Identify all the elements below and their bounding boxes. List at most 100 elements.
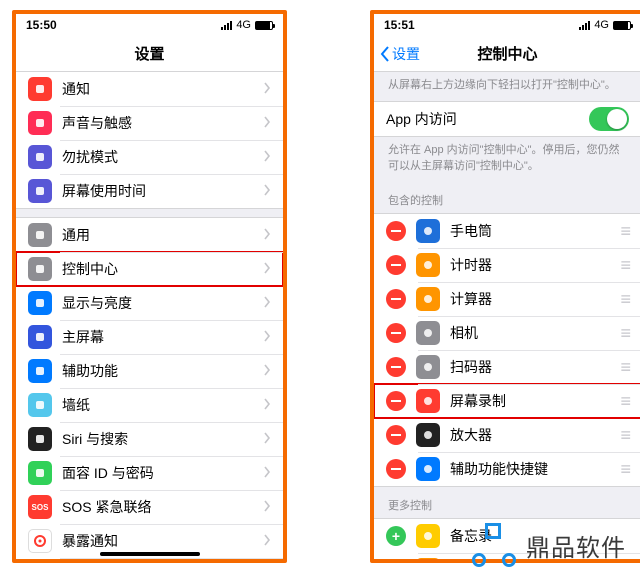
chevron-right-icon — [263, 184, 271, 199]
phone-settings: 15:50 4G 设置 通知声音与触感勿扰模式屏幕使用时间通用控制中心显示与亮度… — [12, 10, 287, 563]
row-label: 暴露通知 — [62, 531, 263, 551]
row-display[interactable]: 显示与亮度 — [16, 286, 283, 320]
siri-icon — [28, 427, 52, 451]
cell-bars-icon — [221, 21, 232, 30]
row-app-access[interactable]: App 内访问 — [374, 102, 640, 136]
remove-button[interactable] — [386, 323, 406, 343]
row-label: 辅助功能 — [62, 361, 263, 381]
chevron-right-icon — [263, 500, 271, 515]
remove-button[interactable] — [386, 459, 406, 479]
watermark-logo-icon — [472, 523, 516, 567]
settings-list[interactable]: 通知声音与触感勿扰模式屏幕使用时间通用控制中心显示与亮度主屏幕辅助功能墙纸Sir… — [16, 72, 283, 559]
back-label: 设置 — [392, 44, 420, 64]
row-a11y-shortcut[interactable]: 辅助功能快捷键≡ — [374, 452, 640, 486]
flashlight-icon — [416, 219, 440, 243]
chevron-right-icon — [263, 150, 271, 165]
row-flashlight[interactable]: 手电筒≡ — [374, 214, 640, 248]
row-camera[interactable]: 相机≡ — [374, 316, 640, 350]
row-notifications[interactable]: 通知 — [16, 72, 283, 106]
home-indicator[interactable] — [100, 552, 200, 556]
control-center-list[interactable]: 从屏幕右上方边缘向下轻扫以打开"控制中心"。 App 内访问 允许在 App 内… — [374, 72, 640, 559]
row-label: 声音与触感 — [62, 113, 263, 133]
remove-button[interactable] — [386, 425, 406, 445]
row-scanner[interactable]: 扫码器≡ — [374, 350, 640, 384]
magnifier-icon — [416, 423, 440, 447]
drag-handle-icon[interactable]: ≡ — [620, 323, 629, 344]
signal-cluster: 4G — [221, 19, 273, 31]
add-button[interactable] — [386, 526, 406, 546]
exposure-icon — [28, 529, 52, 553]
network-label: 4G — [236, 19, 251, 31]
chevron-right-icon — [263, 398, 271, 413]
hint-text: 从屏幕右上方边缘向下轻扫以打开"控制中心"。 — [374, 72, 640, 101]
row-label: 控制中心 — [62, 259, 263, 279]
sounds-icon — [28, 111, 52, 135]
drag-handle-icon[interactable]: ≡ — [620, 255, 629, 276]
camera-icon — [416, 321, 440, 345]
watermark-text: 鼎品软件 — [526, 528, 626, 563]
back-button[interactable]: 设置 — [380, 36, 420, 71]
drag-handle-icon[interactable]: ≡ — [620, 459, 629, 480]
drag-handle-icon[interactable]: ≡ — [620, 289, 629, 310]
status-bar: 15:51 4G — [374, 14, 640, 36]
row-sos[interactable]: SOS SOS 紧急联络 — [16, 490, 283, 524]
nav-bar: 设置 — [16, 36, 283, 72]
remove-button[interactable] — [386, 289, 406, 309]
drag-handle-icon[interactable]: ≡ — [620, 391, 629, 412]
row-calculator[interactable]: 计算器≡ — [374, 282, 640, 316]
row-sounds[interactable]: 声音与触感 — [16, 106, 283, 140]
row-general[interactable]: 通用 — [16, 218, 283, 252]
row-label: 通用 — [62, 225, 263, 245]
row-label: 手电筒 — [450, 221, 620, 241]
drag-handle-icon[interactable]: ≡ — [620, 357, 629, 378]
remove-button[interactable] — [386, 255, 406, 275]
toggle-app-access[interactable] — [589, 107, 629, 131]
row-screentime[interactable]: 屏幕使用时间 — [16, 174, 283, 208]
row-label: 计算器 — [450, 289, 620, 309]
cell-bars-icon — [579, 21, 590, 30]
drag-handle-icon[interactable]: ≡ — [620, 425, 629, 446]
page-title: 控制中心 — [477, 43, 537, 64]
remove-button[interactable] — [386, 391, 406, 411]
row-magnifier[interactable]: 放大器≡ — [374, 418, 640, 452]
notifications-icon — [28, 77, 52, 101]
row-dnd[interactable]: 勿扰模式 — [16, 140, 283, 174]
notes-icon — [416, 524, 440, 548]
drag-handle-icon[interactable]: ≡ — [620, 221, 629, 242]
row-screen-record[interactable]: 屏幕录制≡ — [374, 384, 640, 418]
row-home[interactable]: 主屏幕 — [16, 320, 283, 354]
accessibility-icon — [28, 359, 52, 383]
row-label: SOS 紧急联络 — [62, 497, 263, 517]
row-faceid[interactable]: 面容 ID 与密码 — [16, 456, 283, 490]
chevron-right-icon — [263, 296, 271, 311]
chevron-right-icon — [263, 262, 271, 277]
low-power-icon — [416, 558, 440, 559]
row-accessibility[interactable]: 辅助功能 — [16, 354, 283, 388]
screentime-icon — [28, 179, 52, 203]
row-siri[interactable]: Siri 与搜索 — [16, 422, 283, 456]
battery-icon — [255, 21, 273, 30]
row-timer[interactable]: 计时器≡ — [374, 248, 640, 282]
a11y-shortcut-icon — [416, 457, 440, 481]
row-control-center[interactable]: 控制中心 — [16, 252, 283, 286]
row-label: 勿扰模式 — [62, 147, 263, 167]
display-icon — [28, 291, 52, 315]
screen-record-icon — [416, 389, 440, 413]
chevron-right-icon — [263, 466, 271, 481]
remove-button[interactable] — [386, 357, 406, 377]
remove-button[interactable] — [386, 221, 406, 241]
row-label: 通知 — [62, 79, 263, 99]
sos-icon: SOS — [28, 495, 52, 519]
chevron-right-icon — [263, 116, 271, 131]
row-wallpaper[interactable]: 墙纸 — [16, 388, 283, 422]
row-label: 面容 ID 与密码 — [62, 463, 263, 483]
chevron-right-icon — [263, 432, 271, 447]
battery-icon — [613, 21, 631, 30]
row-label: App 内访问 — [386, 109, 589, 129]
chevron-right-icon — [263, 330, 271, 345]
section-header-more: 更多控制 — [374, 487, 640, 518]
network-label: 4G — [594, 19, 609, 31]
phone-control-center: 15:51 4G 设置 控制中心 从屏幕右上方边缘向下轻扫以打开"控制中心"。 … — [370, 10, 640, 563]
clock: 15:50 — [26, 18, 57, 32]
row-battery[interactable]: 电池 — [16, 558, 283, 559]
